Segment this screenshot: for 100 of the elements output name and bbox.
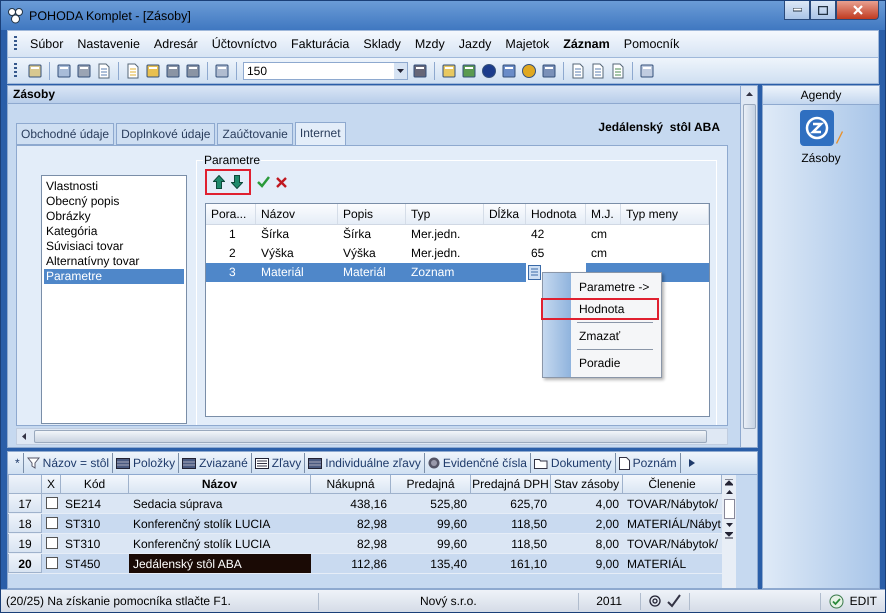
- list-item[interactable]: Kategória: [44, 224, 184, 239]
- maximize-icon: [818, 6, 828, 14]
- year: 2011: [578, 592, 641, 610]
- tab[interactable]: Zaúčtovanie: [217, 123, 293, 145]
- close-button[interactable]: [836, 1, 879, 20]
- list-item[interactable]: Obrázky: [44, 209, 184, 224]
- table-cell-text: 4,00: [594, 496, 620, 513]
- filter-tab[interactable]: Zľavy: [252, 453, 306, 473]
- column-header[interactable]: Typ: [406, 204, 484, 224]
- menu-item[interactable]: Záznam: [556, 37, 617, 51]
- list-item[interactable]: Alternatívny tovar: [44, 254, 184, 269]
- checkbox[interactable]: [46, 497, 58, 509]
- tab[interactable]: Obchodné údaje: [16, 123, 114, 145]
- table-cell-text: 118,50: [510, 536, 548, 553]
- list-item[interactable]: Vlastnosti: [44, 179, 184, 194]
- menu-item[interactable]: Mzdy: [408, 37, 452, 51]
- maximize-button[interactable]: [810, 1, 836, 20]
- column-header[interactable]: Popis: [338, 204, 406, 224]
- column-header[interactable]: Typ meny: [621, 204, 709, 224]
- filter-tab[interactable]: *: [12, 453, 24, 473]
- report-icon[interactable]: [610, 62, 626, 78]
- table-cell-text: Sedacia súprava: [132, 496, 224, 513]
- filter-tab[interactable]: Individuálne zľavy: [305, 453, 425, 473]
- scroll-up-icon[interactable]: [746, 92, 752, 96]
- disc-icon: [428, 457, 440, 469]
- table-cell-text: Konferenčný stolík LUCIA: [132, 536, 272, 553]
- move-up-icon[interactable]: [213, 175, 225, 189]
- scroll-right-icon[interactable]: [688, 459, 695, 467]
- table-cell-text: 135,40: [429, 556, 468, 573]
- menu-item[interactable]: Súbor: [23, 37, 70, 51]
- list-item[interactable]: Obecný popis: [44, 194, 184, 209]
- table-cell-text: TOVAR/Nábytok/: [626, 496, 719, 513]
- checkbox[interactable]: [46, 557, 58, 569]
- filter-tab[interactable]: Dokumenty: [530, 453, 616, 473]
- scroll-top-icon[interactable]: [725, 479, 733, 486]
- menu-item[interactable]: Fakturácia: [284, 37, 356, 51]
- scroll-thumb[interactable]: [742, 104, 756, 429]
- filter-tab[interactable]: Položky: [113, 453, 180, 473]
- number-combo[interactable]: 150: [243, 62, 408, 80]
- agenda-icon[interactable]: [799, 109, 843, 149]
- menu-item[interactable]: Majetok: [498, 37, 556, 51]
- filter-tab[interactable]: Zviazané: [179, 453, 252, 473]
- scroll-left-icon[interactable]: [22, 433, 27, 440]
- menu-item[interactable]: Jazdy: [452, 37, 498, 51]
- filter-tab[interactable]: Evidenčné čísla: [424, 453, 531, 473]
- list-icon[interactable]: [528, 265, 541, 280]
- menu-item[interactable]: Účtovníctvo: [204, 37, 284, 51]
- toolbar-grip: [14, 62, 17, 78]
- grid-icon: [308, 458, 322, 468]
- table-cell-text: 82,98: [356, 516, 388, 533]
- filter-tab[interactable]: Poznám: [616, 453, 681, 473]
- list-icon[interactable]: [590, 62, 606, 78]
- toolbar-grip: [14, 36, 17, 52]
- table-cell-text: Materiál: [342, 264, 387, 281]
- dropdown-icon: [394, 62, 407, 78]
- menu-item[interactable]: Pomocník: [616, 37, 686, 51]
- status-message: (20/25) Na získanie pomocníka stlačte F1.: [1, 592, 319, 610]
- scroll-bottom-icon[interactable]: [725, 532, 733, 539]
- table-cell-text: Výška: [260, 245, 295, 262]
- checkbox[interactable]: [46, 537, 58, 549]
- close-icon: [852, 5, 862, 15]
- scroll-down-icon[interactable]: [726, 523, 732, 528]
- list-item[interactable]: Súvisiaci tovar: [44, 239, 184, 254]
- check-pen-icon[interactable]: [666, 594, 681, 608]
- grid-icon: [116, 458, 130, 468]
- table-cell-text: 8,00: [594, 536, 620, 553]
- column-header[interactable]: Dĺžka: [484, 204, 526, 224]
- vertical-scrollbar[interactable]: [722, 475, 736, 588]
- tab[interactable]: Doplnkové údaje: [116, 123, 216, 145]
- table-cell-text: MATERIÁL/Nábyt: [626, 516, 722, 533]
- row-number: 20: [8, 554, 42, 573]
- menu-item[interactable]: Adresár: [146, 37, 205, 51]
- move-down-icon[interactable]: [231, 175, 243, 189]
- table-cell-text: 625,70: [509, 496, 548, 513]
- menu-item[interactable]: Nastavenie: [70, 37, 147, 51]
- vertical-scrollbar[interactable]: [740, 86, 757, 447]
- check-icon[interactable]: [257, 176, 270, 188]
- column-header[interactable]: Hodnota: [526, 204, 586, 224]
- table-cell-text: 82,98: [356, 536, 388, 553]
- menu-item[interactable]: Poradie: [571, 352, 660, 374]
- list-item[interactable]: Parametre: [44, 269, 184, 284]
- scroll-up-icon[interactable]: [726, 490, 732, 495]
- window-title: POHODA Komplet - [Zásoby]: [29, 8, 192, 22]
- horizontal-scrollbar[interactable]: [16, 428, 728, 445]
- tab[interactable]: Internet: [294, 122, 346, 146]
- company-name: Nový s.r.o.: [319, 592, 579, 610]
- table-cell-text: ST310: [64, 536, 102, 553]
- menu-item[interactable]: Zmazať: [571, 325, 660, 347]
- column-header[interactable]: Pora...: [206, 204, 256, 224]
- menu-item[interactable]: Hodnota: [541, 298, 660, 320]
- filter-tab[interactable]: Názov = stôl: [24, 453, 114, 473]
- delete-icon[interactable]: [276, 176, 287, 188]
- scroll-thumb[interactable]: [724, 499, 734, 519]
- menu-item[interactable]: Sklady: [356, 37, 408, 51]
- column-header[interactable]: M.J.: [586, 204, 621, 224]
- checkbox[interactable]: [46, 517, 58, 529]
- scroll-thumb[interactable]: [34, 430, 707, 443]
- table-cell-text: Šírka: [260, 226, 290, 243]
- column-header[interactable]: Názov: [256, 204, 338, 224]
- minimize-button[interactable]: [784, 1, 810, 20]
